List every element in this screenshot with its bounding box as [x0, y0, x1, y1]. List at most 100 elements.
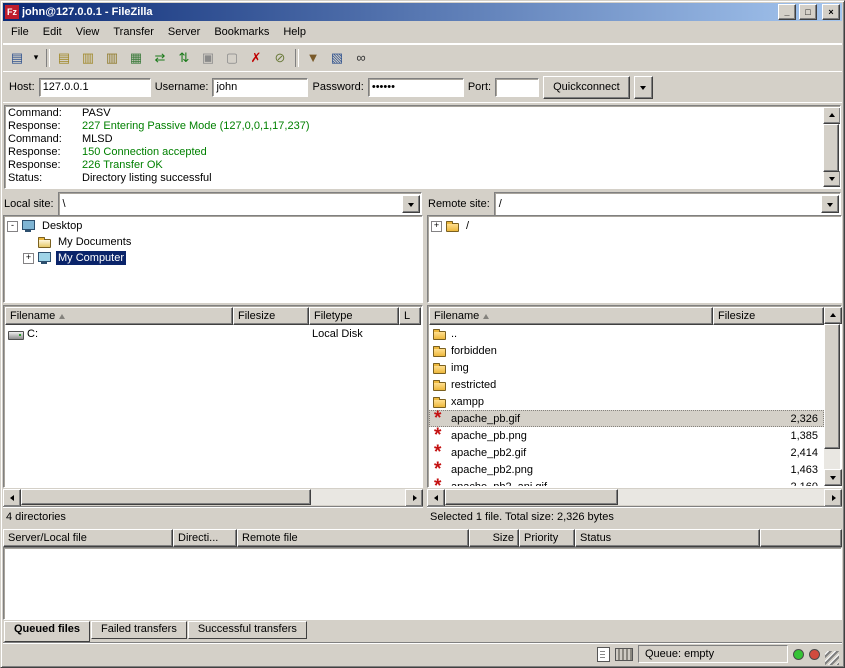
log-scrollbar[interactable] — [823, 107, 839, 187]
tree-node[interactable]: - Desktop — [5, 218, 421, 234]
file-row[interactable]: forbidden — [429, 342, 824, 359]
file-row[interactable]: img — [429, 359, 824, 376]
column-header[interactable]: Filename — [429, 307, 713, 325]
port-input[interactable] — [495, 78, 539, 97]
tree-node[interactable]: + / — [429, 218, 840, 234]
scroll-up-button[interactable] — [823, 107, 841, 124]
cancel-icon[interactable]: ✗ — [245, 47, 267, 69]
site-manager-icon[interactable]: ▤ — [6, 47, 28, 69]
filter-icon[interactable]: ▼ — [302, 47, 324, 69]
scroll-down-button[interactable] — [824, 469, 842, 486]
snapshot-icon[interactable]: ▢ — [221, 47, 243, 69]
resize-grip[interactable] — [825, 651, 839, 665]
menu-item[interactable]: View — [69, 22, 107, 42]
log-text: Directory listing successful — [82, 172, 212, 184]
username-input[interactable] — [212, 78, 308, 97]
preview-icon[interactable]: ▣ — [197, 47, 219, 69]
file-row[interactable]: apache_pb.png 1,385 — [429, 427, 824, 444]
scroll-right-button[interactable] — [824, 489, 842, 507]
file-row[interactable]: apache_pb2_ani.gif 2,160 — [429, 478, 824, 486]
column-label: Directi... — [178, 532, 218, 544]
queue-column-header[interactable]: Size — [469, 529, 519, 547]
expander-icon[interactable]: + — [23, 253, 34, 264]
file-row[interactable]: .. — [429, 325, 824, 342]
local-site-combo[interactable]: \ — [58, 192, 422, 216]
expander-icon[interactable]: + — [431, 221, 442, 232]
file-row[interactable]: restricted — [429, 376, 824, 393]
scroll-left-button[interactable] — [427, 489, 445, 507]
file-row[interactable]: apache_pb.gif 2,326 — [429, 410, 824, 427]
toggle-log-icon[interactable]: ▤ — [53, 47, 75, 69]
local-horizontal-scrollbar[interactable] — [3, 489, 423, 505]
titlebar[interactable]: Fz john@127.0.0.1 - FileZilla _ □ × — [3, 3, 842, 21]
column-header[interactable]: Filetype — [309, 307, 399, 325]
column-header[interactable]: L — [399, 307, 421, 325]
find-icon[interactable]: ∞ — [350, 47, 372, 69]
log-text: MLSD — [82, 133, 113, 145]
menu-item[interactable]: File — [4, 22, 36, 42]
minimize-button[interactable]: _ — [778, 4, 796, 20]
close-button[interactable]: × — [822, 4, 840, 20]
file-name: apache_pb2_ani.gif — [451, 481, 715, 487]
column-header[interactable]: Filesize — [233, 307, 309, 325]
tree-node-label: Desktop — [40, 219, 84, 233]
host-input[interactable] — [39, 78, 151, 97]
folder-icon — [432, 378, 448, 392]
toggle-remote-tree-icon[interactable]: ▥ — [101, 47, 123, 69]
menu-item[interactable]: Help — [276, 22, 313, 42]
queue-column-header[interactable]: Priority — [519, 529, 575, 547]
tree-node[interactable]: + My Computer — [21, 250, 421, 266]
queue-column-header[interactable]: Directi... — [173, 529, 237, 547]
site-manager-dropdown-icon[interactable]: ▾ — [30, 47, 42, 69]
scroll-thumb[interactable] — [21, 489, 311, 505]
disconnect-icon[interactable]: ⊘ — [269, 47, 291, 69]
menu-item[interactable]: Bookmarks — [207, 22, 276, 42]
scroll-thumb[interactable] — [824, 324, 840, 449]
file-row[interactable]: xampp — [429, 393, 824, 410]
file-row[interactable]: C: Local Disk — [5, 325, 421, 342]
column-header[interactable]: Filename — [5, 307, 233, 325]
toggle-local-tree-icon[interactable]: ▥ — [77, 47, 99, 69]
refresh-icon[interactable]: ⇄ — [149, 47, 171, 69]
scroll-thumb[interactable] — [823, 124, 839, 172]
menu-item[interactable]: Transfer — [106, 22, 161, 42]
password-input[interactable] — [368, 78, 464, 97]
remote-horizontal-scrollbar[interactable] — [427, 489, 842, 505]
scroll-track[interactable] — [824, 324, 840, 469]
quickconnect-button[interactable]: Quickconnect — [543, 76, 630, 99]
queue-column-header[interactable]: Server/Local file — [3, 529, 173, 547]
process-queue-icon[interactable]: ⇅ — [173, 47, 195, 69]
remote-site-dropdown-button[interactable] — [821, 195, 839, 213]
queue-column-header[interactable]: Status — [575, 529, 760, 547]
local-site-dropdown-button[interactable] — [402, 195, 420, 213]
file-row[interactable]: apache_pb2.gif 2,414 — [429, 444, 824, 461]
queue-tab[interactable]: Queued files — [4, 621, 90, 642]
compare-icon[interactable]: ▧ — [326, 47, 348, 69]
remote-status-text: Selected 1 file. Total size: 2,326 bytes — [427, 506, 842, 527]
tree-node[interactable]: My Documents — [21, 234, 421, 250]
scroll-track[interactable] — [445, 489, 824, 505]
maximize-button[interactable]: □ — [799, 4, 817, 20]
remote-vertical-scrollbar[interactable] — [824, 307, 840, 486]
expander-icon[interactable]: - — [7, 221, 18, 232]
log-line: Response:227 Entering Passive Mode (127,… — [8, 120, 821, 133]
scroll-down-button[interactable] — [823, 170, 841, 187]
queue-body[interactable] — [3, 547, 842, 620]
column-header[interactable]: Filesize — [713, 307, 824, 325]
toggle-queue-icon[interactable]: ▦ — [125, 47, 147, 69]
scroll-right-button[interactable] — [405, 489, 423, 507]
scroll-track[interactable] — [823, 124, 839, 170]
queue-column-header[interactable] — [760, 529, 842, 547]
menu-item[interactable]: Edit — [36, 22, 69, 42]
queue-tab[interactable]: Failed transfers — [91, 621, 187, 639]
quickconnect-dropdown-button[interactable] — [634, 76, 653, 99]
scroll-up-button[interactable] — [824, 307, 842, 324]
queue-tab[interactable]: Successful transfers — [188, 621, 307, 639]
scroll-thumb[interactable] — [445, 489, 618, 505]
menu-item[interactable]: Server — [161, 22, 207, 42]
queue-column-header[interactable]: Remote file — [237, 529, 469, 547]
remote-site-combo[interactable]: / — [494, 192, 841, 216]
scroll-left-button[interactable] — [3, 489, 21, 507]
file-row[interactable]: apache_pb2.png 1,463 — [429, 461, 824, 478]
scroll-track[interactable] — [21, 489, 405, 505]
